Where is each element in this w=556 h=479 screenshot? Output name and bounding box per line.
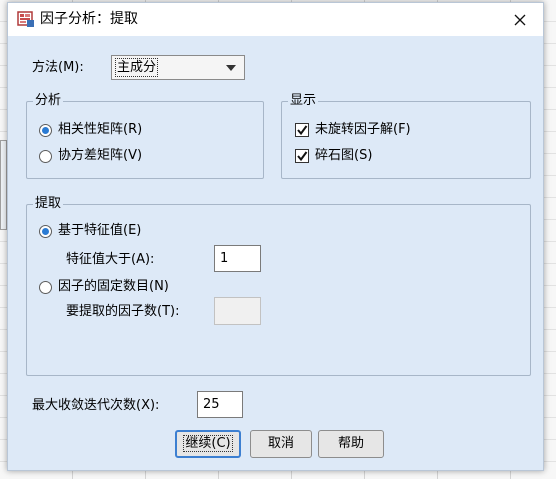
- checkbox-scree-plot-label: 碎石图(S): [315, 148, 373, 163]
- num-factors-label: 要提取的因子数(T):: [66, 304, 180, 319]
- checkbox-unrotated-solution-label: 未旋转因子解(F): [315, 122, 411, 137]
- radio-fixed-factors-label: 因子的固定数目(N): [58, 279, 169, 294]
- radio-covariance-matrix[interactable]: [39, 150, 52, 163]
- cancel-button-label: 取消: [267, 436, 294, 451]
- analysis-group: 分析: [26, 92, 264, 179]
- close-button[interactable]: [497, 3, 543, 36]
- checkmark-icon: [297, 125, 308, 136]
- help-button[interactable]: 帮助: [318, 430, 384, 458]
- radio-fixed-factors[interactable]: [39, 281, 52, 294]
- factor-extraction-dialog: 因子分析：提取 方法(M): 主成分 分析 相关性矩阵(R) 协方差矩阵(V) …: [7, 2, 544, 471]
- chevron-down-icon: [226, 65, 236, 71]
- extract-group-title: 提取: [33, 195, 64, 213]
- checkmark-icon: [297, 151, 308, 162]
- radio-covariance-matrix-label: 协方差矩阵(V): [58, 148, 143, 163]
- background-panel-edge: [0, 140, 7, 230]
- radio-based-on-eigenvalue-label: 基于特征值(E): [58, 223, 142, 238]
- eigenvalue-greater-label: 特征值大于(A):: [66, 252, 155, 267]
- method-select[interactable]: 主成分: [111, 55, 245, 80]
- num-factors-input[interactable]: [214, 297, 261, 325]
- display-group-title: 显示: [288, 92, 319, 110]
- method-label: 方法(M):: [32, 60, 84, 75]
- checkbox-scree-plot[interactable]: [295, 149, 309, 163]
- max-iterations-input-value: 25: [203, 397, 220, 412]
- radio-correlation-matrix-label: 相关性矩阵(R): [58, 122, 143, 137]
- dialog-title: 因子分析：提取: [40, 11, 138, 27]
- eigenvalue-input-value: 1: [220, 251, 229, 266]
- close-icon: [514, 14, 526, 25]
- radio-based-on-eigenvalue[interactable]: [39, 225, 52, 238]
- analysis-group-title: 分析: [33, 92, 64, 110]
- spss-app-icon: [17, 11, 34, 27]
- max-iterations-label: 最大收敛迭代次数(X):: [32, 398, 160, 413]
- method-select-value: 主成分: [114, 58, 159, 77]
- eigenvalue-input[interactable]: 1: [214, 245, 261, 272]
- checkbox-unrotated-solution[interactable]: [295, 123, 309, 137]
- display-group: 显示: [281, 92, 531, 179]
- help-button-label: 帮助: [337, 436, 364, 451]
- radio-correlation-matrix[interactable]: [39, 124, 52, 137]
- continue-button-label: 继续(C): [183, 435, 233, 452]
- title-bar: 因子分析：提取: [8, 3, 543, 36]
- cancel-button[interactable]: 取消: [250, 430, 312, 458]
- max-iterations-input[interactable]: 25: [197, 391, 243, 418]
- continue-button[interactable]: 继续(C): [175, 430, 241, 458]
